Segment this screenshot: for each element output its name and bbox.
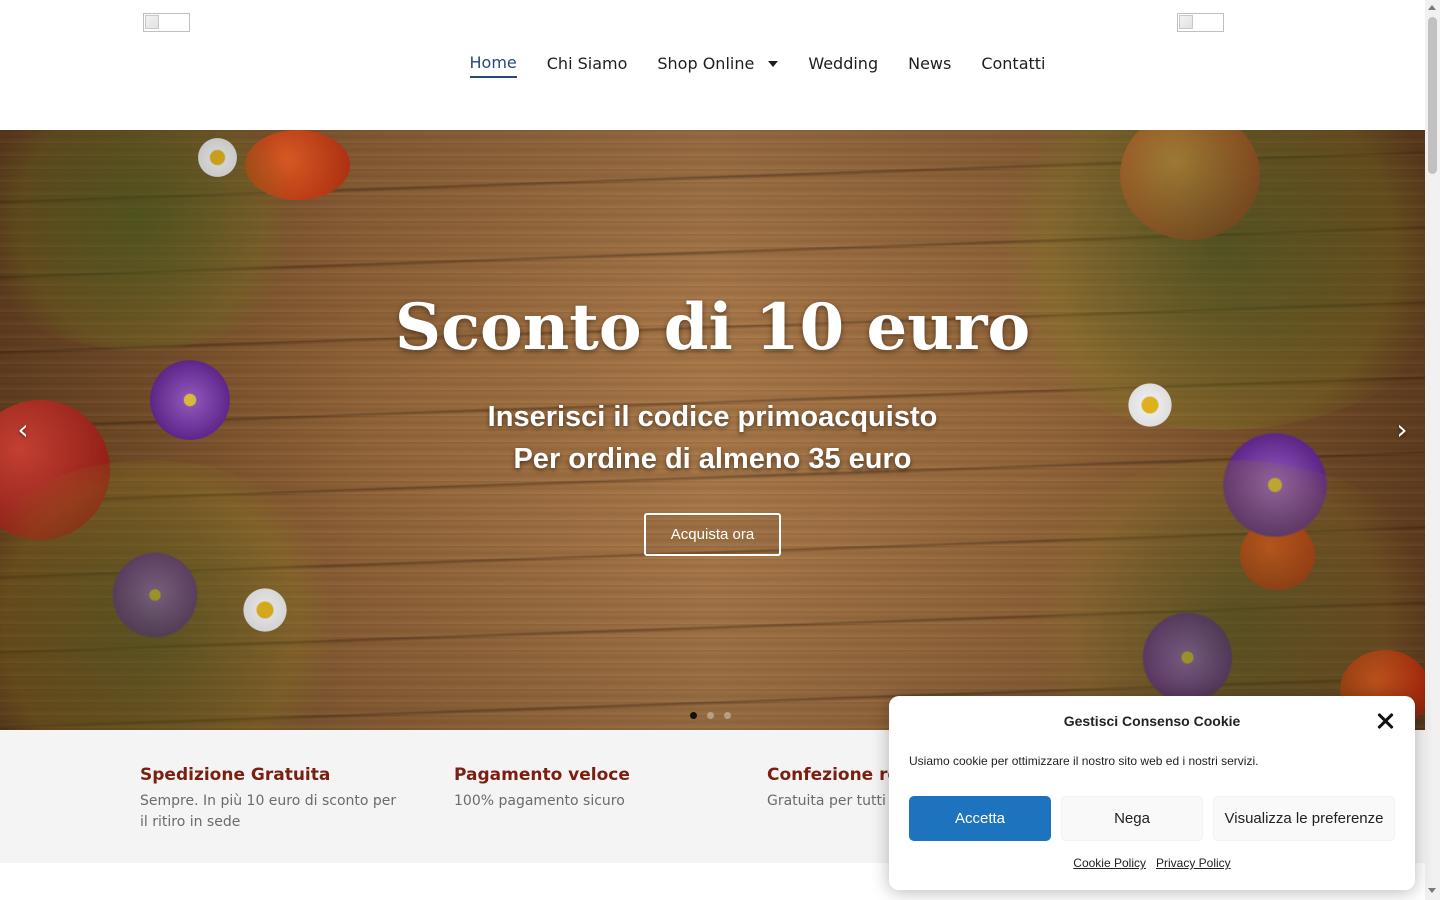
broken-image-icon (145, 15, 159, 29)
slider-dot-2[interactable] (707, 712, 714, 719)
hero-subtitle-line2: Per ordine di almeno 35 euro (513, 443, 912, 475)
nav-item-chi-siamo[interactable]: Chi Siamo (547, 50, 628, 78)
chevron-left-icon[interactable]: ‹ (12, 416, 34, 444)
nav-item-news[interactable]: News (908, 50, 951, 78)
privacy-policy-link[interactable]: Privacy Policy (1156, 856, 1231, 870)
header-right-image[interactable] (1177, 13, 1224, 32)
slider-dot-1[interactable] (690, 712, 697, 719)
nav-item-contatti[interactable]: Contatti (981, 50, 1045, 78)
page-scrollbar[interactable] (1425, 0, 1440, 900)
broken-image-icon (1179, 15, 1193, 29)
feature-fast-payment: Pagamento veloce 100% pagamento sicuro (454, 765, 714, 812)
nav-item-wedding[interactable]: Wedding (808, 50, 878, 78)
hero-slider: Sconto di 10 euro Inserisci il codice pr… (0, 130, 1425, 730)
chevron-right-icon[interactable]: › (1391, 416, 1413, 444)
deny-cookies-button[interactable]: Nega (1061, 796, 1203, 841)
scroll-down-icon[interactable] (1428, 888, 1436, 893)
nav-item-shop-online[interactable]: Shop Online (657, 50, 779, 78)
feature-title: Spedizione Gratuita (140, 765, 331, 785)
shop-now-button[interactable]: Acquista ora (644, 513, 781, 556)
feature-title: Pagamento veloce (454, 765, 630, 785)
feature-text: 100% pagamento sicuro (454, 793, 625, 809)
feature-text: Sempre. In più 10 euro di sconto per il … (140, 793, 397, 830)
hero-title: Sconto di 10 euro (394, 290, 1031, 365)
close-icon[interactable] (1375, 710, 1397, 732)
site-header: Home Chi Siamo Shop Online Wedding News … (0, 0, 1425, 130)
hero-subtitle-line1: Inserisci il codice primoacquisto (487, 401, 938, 433)
cookie-consent-dialog: Gestisci Consenso Cookie Usiamo cookie p… (889, 696, 1415, 890)
scroll-up-icon[interactable] (1428, 5, 1436, 10)
accept-cookies-button[interactable]: Accetta (909, 796, 1051, 841)
cookie-links: Cookie Policy Privacy Policy (889, 856, 1415, 870)
cookie-dialog-text: Usiamo cookie per ottimizzare il nostro … (909, 754, 1259, 768)
cookie-dialog-title: Gestisci Consenso Cookie (1063, 713, 1241, 729)
view-preferences-button[interactable]: Visualizza le preferenze (1213, 796, 1395, 841)
caret-down-icon[interactable] (768, 61, 779, 67)
feature-free-shipping: Spedizione Gratuita Sempre. In più 10 eu… (140, 765, 400, 833)
slider-pagination (690, 712, 731, 719)
site-logo[interactable] (143, 13, 190, 32)
slider-dot-3[interactable] (724, 712, 731, 719)
nav-item-home[interactable]: Home (469, 50, 517, 78)
nav-item-label: Shop Online (657, 54, 755, 73)
main-nav: Home Chi Siamo Shop Online Wedding News … (0, 50, 1425, 78)
cookie-policy-link[interactable]: Cookie Policy (1073, 856, 1146, 870)
scrollbar-thumb[interactable] (1428, 17, 1437, 174)
